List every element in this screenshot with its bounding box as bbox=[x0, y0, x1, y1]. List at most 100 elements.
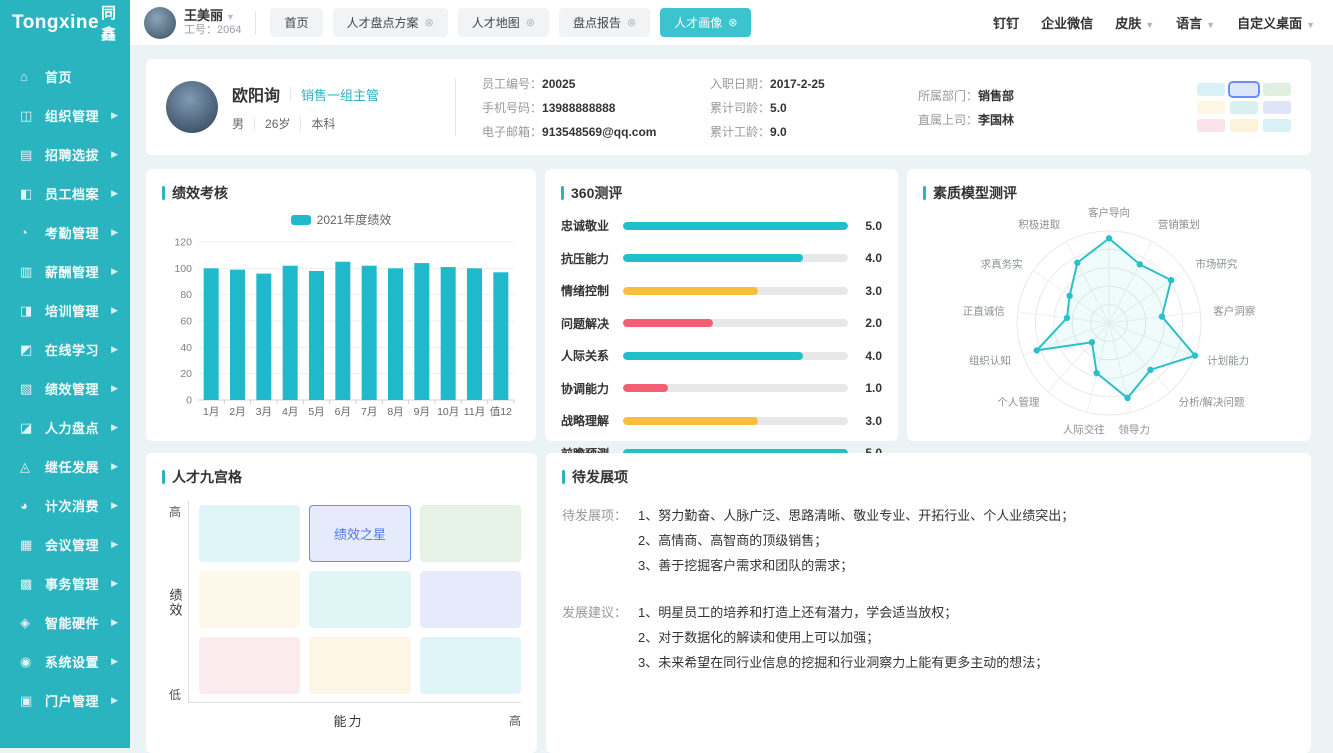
field-value: 2017-2-25 bbox=[770, 77, 825, 91]
x-high-label: 高 bbox=[509, 712, 521, 729]
review-360-fill bbox=[623, 384, 668, 392]
review-360-label: 忠诚敬业 bbox=[561, 217, 623, 234]
tab-人才画像[interactable]: 人才画像⊗ bbox=[660, 8, 751, 37]
sidebar-item-首页[interactable]: ⌂首页 bbox=[0, 57, 130, 96]
current-user-avatar[interactable] bbox=[144, 7, 176, 39]
field-value: 13988888888 bbox=[542, 101, 615, 115]
review-360-value: 2.0 bbox=[848, 316, 882, 330]
sidebar-item-事务管理[interactable]: ▩事务管理▶ bbox=[0, 564, 130, 603]
sidebar-item-门户管理[interactable]: ▣门户管理▶ bbox=[0, 681, 130, 720]
employee-field: 入职日期：2017-2-25 bbox=[710, 75, 918, 92]
svg-text:8月: 8月 bbox=[387, 406, 403, 418]
svg-text:6月: 6月 bbox=[335, 406, 351, 418]
svg-text:11月: 11月 bbox=[464, 406, 485, 418]
nine-grid-y-axis: 高 绩效 低 bbox=[162, 501, 188, 703]
review-360-track bbox=[623, 352, 848, 360]
svg-text:9月: 9月 bbox=[414, 406, 430, 418]
review-360-fill bbox=[623, 287, 758, 295]
sidebar-item-智能硬件[interactable]: ◈智能硬件▶ bbox=[0, 603, 130, 642]
sidebar-item-系统设置[interactable]: ◉系统设置▶ bbox=[0, 642, 130, 681]
field-label: 员工编号： bbox=[482, 77, 542, 91]
sidebar-item-考勤管理[interactable]: ◔考勤管理▶ bbox=[0, 213, 130, 252]
review-360-label: 问题解决 bbox=[561, 315, 623, 332]
current-user-name[interactable]: 王美丽▼ bbox=[184, 8, 241, 24]
field-value: 913548569@qq.com bbox=[542, 125, 656, 139]
topbar-action-钉钉[interactable]: 钉钉 bbox=[993, 13, 1019, 32]
sidebar-item-label: 系统设置 bbox=[45, 652, 111, 671]
employee-education: 本科 bbox=[311, 115, 335, 132]
sidebar-item-培训管理[interactable]: ◨培训管理▶ bbox=[0, 291, 130, 330]
tab-人才地图[interactable]: 人才地图⊗ bbox=[458, 8, 549, 37]
chevron-down-icon: ▼ bbox=[1206, 20, 1215, 30]
training-icon: ◨ bbox=[20, 303, 36, 319]
close-icon[interactable]: ⊗ bbox=[627, 16, 636, 29]
sidebar-item-招聘选拔[interactable]: ▤招聘选拔▶ bbox=[0, 135, 130, 174]
nine-grid-plot: 绩效之星 bbox=[188, 501, 521, 703]
close-icon[interactable]: ⊗ bbox=[728, 16, 737, 29]
performance-legend[interactable]: 2021年度绩效 bbox=[162, 211, 520, 228]
review-360-value: 3.0 bbox=[848, 284, 882, 298]
employee-field: 累计工龄：9.0 bbox=[710, 123, 918, 140]
employee-field: 直属上司：李国林 bbox=[918, 111, 1108, 128]
sidebar: Tongxine 同鑫 ⌂首页◫组织管理▶▤招聘选拔▶◧员工档案▶◔考勤管理▶▥… bbox=[0, 0, 130, 748]
sidebar-item-会议管理[interactable]: ▦会议管理▶ bbox=[0, 525, 130, 564]
chevron-right-icon: ▶ bbox=[111, 500, 118, 511]
chevron-right-icon: ▶ bbox=[111, 266, 118, 277]
chevron-right-icon: ▶ bbox=[111, 656, 118, 667]
sidebar-item-label: 人力盘点 bbox=[45, 418, 111, 437]
sidebar-item-绩效管理[interactable]: ▧绩效管理▶ bbox=[0, 369, 130, 408]
sidebar-item-员工档案[interactable]: ◧员工档案▶ bbox=[0, 174, 130, 213]
svg-text:个人管理: 个人管理 bbox=[997, 396, 1039, 409]
review-360-value: 1.0 bbox=[848, 381, 882, 395]
field-label: 累计工龄： bbox=[710, 125, 770, 139]
sidebar-item-薪酬管理[interactable]: ▥薪酬管理▶ bbox=[0, 252, 130, 291]
mini-grid-cell bbox=[1263, 119, 1291, 132]
tab-盘点报告[interactable]: 盘点报告⊗ bbox=[559, 8, 650, 37]
sidebar-item-计次消费[interactable]: ◕计次消费▶ bbox=[0, 486, 130, 525]
y-high-label: 高 bbox=[169, 503, 181, 520]
employee-field: 累计司龄：5.0 bbox=[710, 99, 918, 116]
sidebar-item-人力盘点[interactable]: ◪人力盘点▶ bbox=[0, 408, 130, 447]
review-360-track bbox=[623, 417, 848, 425]
home-icon: ⌂ bbox=[20, 69, 36, 84]
nine-grid-title: 人才九宫格 bbox=[162, 467, 521, 487]
topbar-action-皮肤[interactable]: 皮肤▼ bbox=[1115, 13, 1154, 32]
topbar: 王美丽▼ 工号：2064 首页人才盘点方案⊗ 人才地图⊗ 盘点报告⊗ 人才画像⊗ 钉钉… bbox=[130, 0, 1333, 45]
meeting-icon: ▦ bbox=[20, 537, 36, 553]
topbar-action-企业微信[interactable]: 企业微信 bbox=[1041, 13, 1093, 32]
nine-grid-x-axis: 能力 高 bbox=[162, 711, 521, 730]
development-section-items: 1、明星员工的培养和打造上还有潜力，学会适当放权；2、对于数据化的解读和使用上可… bbox=[638, 600, 1048, 675]
svg-text:领导力: 领导力 bbox=[1118, 423, 1150, 436]
field-value: 李国林 bbox=[978, 113, 1014, 127]
mini-grid-cell bbox=[1230, 119, 1258, 132]
tab-首页[interactable]: 首页 bbox=[270, 8, 322, 37]
svg-text:20: 20 bbox=[180, 368, 192, 380]
sidebar-item-组织管理[interactable]: ◫组织管理▶ bbox=[0, 96, 130, 135]
topbar-action-自定义桌面[interactable]: 自定义桌面▼ bbox=[1237, 13, 1315, 32]
annual-performance-bar-chart: 0204060801001201月2月3月4月5月6月7月8月9月10月11月值… bbox=[162, 228, 520, 424]
field-value: 5.0 bbox=[770, 101, 787, 115]
performance-panel-title: 绩效考核 bbox=[162, 183, 520, 203]
topbar-action-语言[interactable]: 语言▼ bbox=[1176, 13, 1215, 32]
chevron-right-icon: ▶ bbox=[111, 383, 118, 394]
development-item: 3、善于挖掘客户需求和团队的需求； bbox=[638, 553, 1074, 578]
svg-text:80: 80 bbox=[180, 289, 192, 301]
chevron-right-icon: ▶ bbox=[111, 617, 118, 628]
sidebar-item-在线学习[interactable]: ◩在线学习▶ bbox=[0, 330, 130, 369]
chevron-right-icon: ▶ bbox=[111, 461, 118, 472]
employee-job-title[interactable]: 销售一组主管 bbox=[301, 85, 379, 104]
employee-fields-col2: 入职日期：2017-2-25 累计司龄：5.0 累计工龄：9.0 bbox=[710, 75, 918, 140]
close-icon[interactable]: ⊗ bbox=[425, 16, 434, 29]
mini-grid-cell bbox=[1197, 83, 1225, 96]
current-user-meta: 王美丽▼ 工号：2064 bbox=[184, 8, 241, 38]
employee-gender: 男 bbox=[232, 115, 244, 132]
tab-人才盘点方案[interactable]: 人才盘点方案⊗ bbox=[333, 8, 448, 37]
chevron-down-icon: ▼ bbox=[226, 12, 235, 22]
portal-icon: ▣ bbox=[20, 693, 36, 709]
development-item: 1、努力勤奋、人脉广泛、思路清晰、敬业专业、开拓行业、个人业绩突出； bbox=[638, 503, 1074, 528]
sidebar-item-继任发展[interactable]: ◬继任发展▶ bbox=[0, 447, 130, 486]
sidebar-item-label: 事务管理 bbox=[45, 574, 111, 593]
legend-label: 2021年度绩效 bbox=[317, 211, 392, 228]
close-icon[interactable]: ⊗ bbox=[526, 16, 535, 29]
svg-text:120: 120 bbox=[174, 237, 192, 249]
